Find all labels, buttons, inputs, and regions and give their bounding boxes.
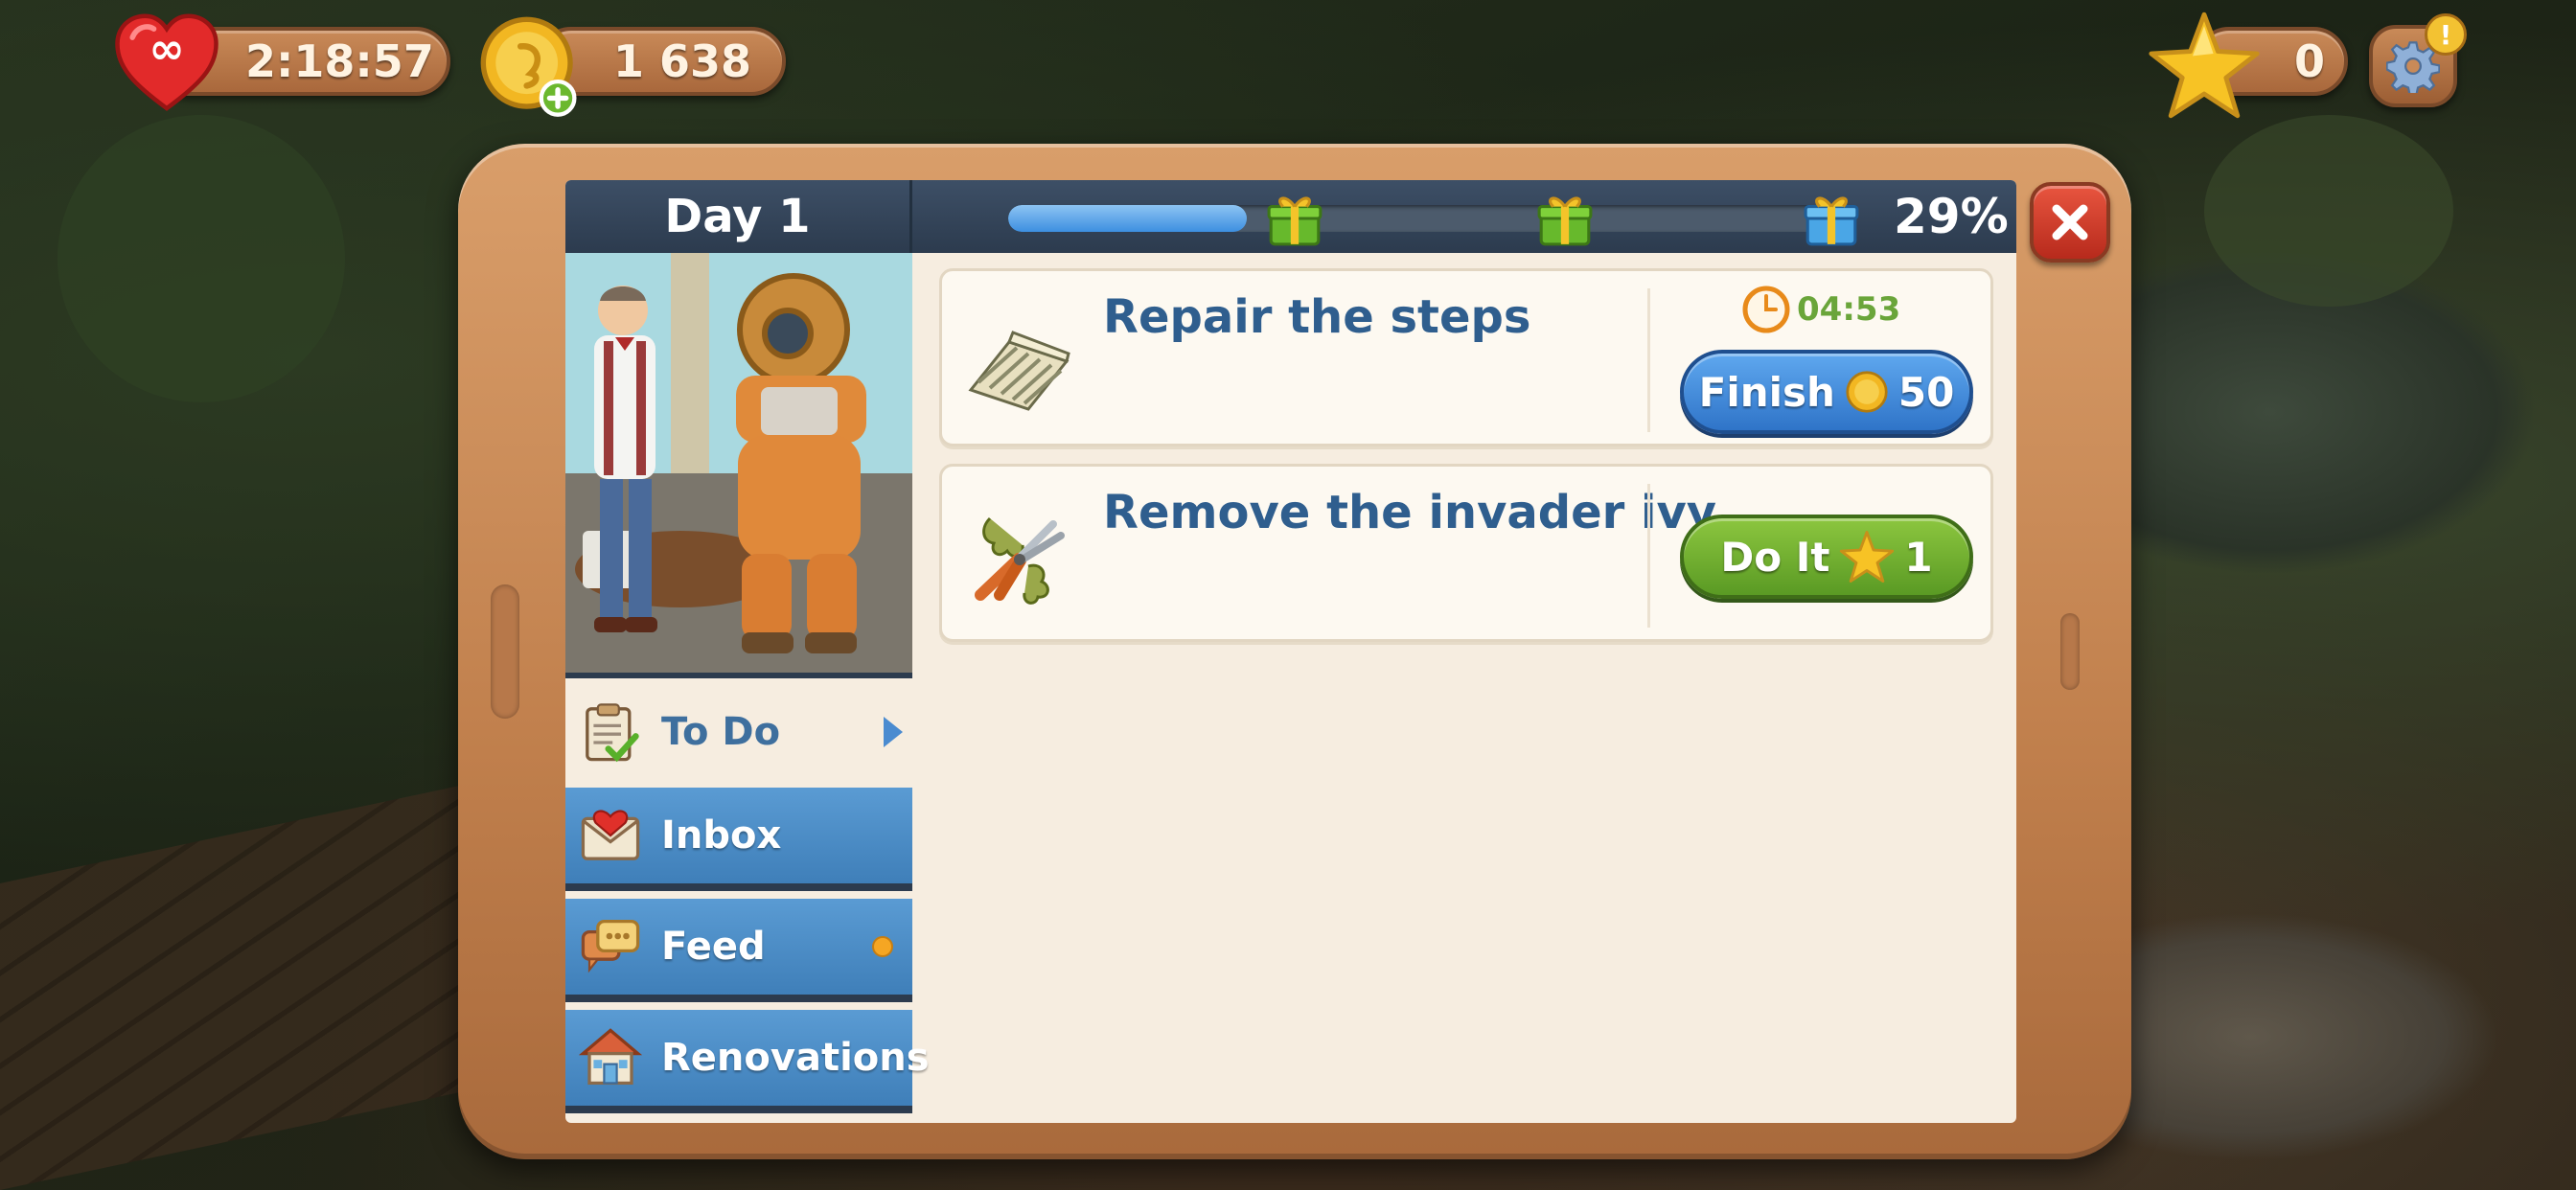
clipboard-icon bbox=[586, 703, 639, 763]
do-it-button[interactable]: Do It 1 bbox=[1680, 515, 1973, 599]
star-icon bbox=[1840, 531, 1895, 583]
tab-feed-label: Feed bbox=[661, 925, 766, 969]
day-progress-bar bbox=[1008, 205, 1832, 232]
house-icon bbox=[579, 1028, 642, 1086]
lives-timer: 2:18:57 bbox=[245, 35, 434, 87]
background-floor bbox=[0, 768, 537, 1190]
background-foliage bbox=[2204, 115, 2453, 307]
finish-button-label: Finish bbox=[1698, 368, 1835, 416]
feed-notification-dot bbox=[872, 936, 893, 957]
task-title: Repair the steps bbox=[1103, 290, 1531, 344]
tablet-screen: Day 1 29% To Do Inbox Feed Renovations R… bbox=[565, 180, 2016, 1123]
tab-to-do-label: To Do bbox=[661, 710, 781, 754]
tab-feed[interactable]: Feed bbox=[565, 899, 912, 1002]
butler-and-diver-illustration bbox=[565, 253, 912, 673]
shears-icon bbox=[975, 516, 1065, 605]
do-it-cost: 1 bbox=[1904, 533, 1933, 581]
coin-icon bbox=[1846, 371, 1888, 413]
heart-icon[interactable]: ∞ bbox=[113, 13, 220, 113]
close-button[interactable] bbox=[2030, 182, 2110, 263]
gift-icon[interactable] bbox=[1265, 188, 1324, 249]
day-title: Day 1 bbox=[565, 180, 912, 253]
tab-inbox-label: Inbox bbox=[661, 813, 782, 858]
task-timer-value: 04:53 bbox=[1797, 290, 1901, 329]
coins-value: 1 638 bbox=[613, 35, 752, 87]
finish-button[interactable]: Finish 50 bbox=[1680, 350, 1973, 434]
tablet-side-button bbox=[491, 584, 519, 719]
clock-icon bbox=[1742, 286, 1790, 333]
task-card: Remove the invader ivy Do It 1 bbox=[939, 464, 1993, 642]
gift-icon[interactable] bbox=[1802, 188, 1861, 249]
tablet-side-button bbox=[2060, 613, 2080, 690]
task-title: Remove the invader ivy bbox=[1103, 486, 1717, 539]
coin-icon[interactable] bbox=[479, 15, 583, 119]
tab-inbox[interactable]: Inbox bbox=[565, 788, 912, 891]
svg-text:∞: ∞ bbox=[149, 23, 184, 74]
finish-cost: 50 bbox=[1898, 368, 1955, 416]
task-divider bbox=[1647, 288, 1650, 432]
task-divider bbox=[1647, 484, 1650, 628]
tab-to-do[interactable]: To Do bbox=[565, 680, 912, 784]
task-timer: 04:53 bbox=[1741, 281, 1900, 338]
settings-alert-badge: ! bbox=[2425, 13, 2467, 56]
task-card: Repair the steps 04:53 Finish 50 bbox=[939, 268, 1993, 446]
stars-value: 0 bbox=[2294, 35, 2326, 87]
progress-percent: 29% bbox=[1894, 189, 2009, 244]
header-bar: Day 1 29% bbox=[565, 180, 2016, 253]
character-portrait bbox=[565, 253, 912, 678]
close-icon bbox=[2052, 204, 2088, 240]
background-foliage bbox=[58, 115, 345, 402]
active-tab-arrow-icon bbox=[884, 717, 903, 747]
tab-renovations[interactable]: Renovations bbox=[565, 1010, 930, 1113]
do-it-button-label: Do It bbox=[1720, 533, 1830, 581]
steps-icon bbox=[968, 331, 1070, 411]
envelope-icon bbox=[581, 810, 640, 860]
day-progress-fill bbox=[1008, 205, 1248, 232]
star-icon bbox=[2149, 11, 2260, 119]
chat-icon bbox=[581, 919, 640, 973]
tab-renovations-label: Renovations bbox=[661, 1036, 930, 1080]
gift-icon[interactable] bbox=[1535, 188, 1595, 249]
